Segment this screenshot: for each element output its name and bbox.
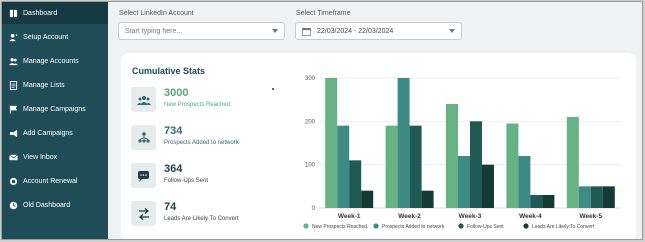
timeframe-label: Select Timeframe bbox=[296, 10, 351, 17]
account-select-placeholder: Start typing here... bbox=[125, 27, 183, 35]
x-tick-label: Week-4 bbox=[519, 213, 542, 220]
clock-icon bbox=[8, 200, 18, 210]
network-icon bbox=[131, 125, 156, 150]
sidebar-item-view-inbox[interactable]: View Inbox bbox=[2, 146, 108, 168]
sidebar-item-account-renewal[interactable]: Account Renewal bbox=[2, 170, 108, 192]
sidebar-item-label: Manage Lists bbox=[23, 81, 65, 89]
stat-leads-convert: 74 Leads Are Likely To Convert bbox=[131, 201, 276, 229]
x-tick-label: Week-5 bbox=[579, 213, 602, 220]
bar bbox=[385, 125, 398, 208]
bar bbox=[421, 190, 434, 208]
list-icon bbox=[8, 80, 18, 90]
stat-value: 734 bbox=[164, 125, 183, 137]
bar bbox=[530, 195, 543, 208]
sidebar-item-label: Dashboard bbox=[23, 9, 58, 17]
app-window: Dashboard Setup Account Manage Accounts … bbox=[1, 1, 643, 240]
legend-label: Prospects Added to network bbox=[382, 224, 445, 230]
bar bbox=[590, 186, 603, 208]
legend-swatch bbox=[523, 223, 529, 229]
bar-chart: 0 100 200 300 Week-1 Week-2 Week-3 Week-4 Week-5… bbox=[303, 76, 621, 230]
stat-value: 3000 bbox=[164, 87, 189, 99]
bar bbox=[349, 160, 362, 208]
stat-label: New Prospects Reached. bbox=[164, 102, 232, 108]
bar bbox=[518, 156, 531, 208]
y-tick-label: 200 bbox=[305, 119, 316, 125]
exchange-icon bbox=[131, 201, 156, 226]
calendar-icon bbox=[302, 27, 311, 36]
bar bbox=[397, 78, 410, 208]
bar bbox=[458, 156, 470, 208]
stat-label: Follow-Ups Sent bbox=[164, 178, 209, 184]
bar bbox=[566, 117, 579, 208]
sidebar: Dashboard Setup Account Manage Accounts … bbox=[2, 2, 108, 239]
x-tick-label: Week-3 bbox=[459, 213, 482, 220]
legend-label: New Prospects Reached. bbox=[312, 224, 368, 230]
card-title: Cumulative Stats bbox=[132, 66, 206, 76]
sidebar-item-label: Manage Campaigns bbox=[23, 105, 86, 113]
x-tick-label: Week-2 bbox=[398, 213, 421, 220]
sidebar-item-manage-accounts[interactable]: Manage Accounts bbox=[2, 50, 108, 72]
sidebar-item-label: View Inbox bbox=[23, 153, 58, 161]
legend-swatch bbox=[303, 223, 309, 229]
sidebar-item-old-dashboard[interactable]: Old Dashboard bbox=[2, 194, 108, 216]
renewal-icon bbox=[8, 176, 18, 186]
bar bbox=[506, 123, 519, 208]
stat-prospects-added: 734 Prospects Added to network bbox=[131, 125, 276, 153]
y-tick-label: 0 bbox=[312, 206, 316, 212]
sidebar-item-add-campaigns[interactable]: Add Campaigns bbox=[2, 122, 108, 144]
group-icon bbox=[131, 87, 156, 112]
chat-icon bbox=[131, 163, 156, 188]
legend-label: Follow-Ups Sent bbox=[467, 224, 504, 230]
legend-label: Leads Are Likely To Convert bbox=[532, 224, 595, 230]
linkedin-account-select[interactable]: Start typing here... bbox=[118, 22, 285, 40]
sidebar-item-label: Manage Accounts bbox=[23, 57, 79, 65]
stat-value: 364 bbox=[164, 163, 183, 175]
y-tick-label: 100 bbox=[305, 163, 316, 169]
bar bbox=[337, 125, 350, 208]
bar bbox=[482, 164, 494, 208]
x-tick-label: Week-1 bbox=[338, 213, 361, 220]
bar bbox=[361, 190, 374, 208]
bar bbox=[578, 186, 591, 208]
decorative-dot bbox=[272, 88, 274, 90]
timeframe-select[interactable]: 22/03/2024 - 22/03/2024 bbox=[295, 22, 462, 40]
users-icon bbox=[8, 56, 18, 66]
legend-swatch bbox=[458, 223, 464, 229]
bar bbox=[325, 78, 338, 208]
user-plus-icon bbox=[8, 32, 18, 42]
stat-value: 74 bbox=[164, 201, 177, 213]
flag-icon bbox=[8, 104, 18, 114]
bar bbox=[602, 186, 615, 208]
chevron-down-icon bbox=[272, 29, 278, 33]
legend-swatch bbox=[373, 223, 379, 229]
account-select-label: Select LinkedIn Account bbox=[119, 10, 194, 17]
stat-follow-ups: 364 Follow-Ups Sent bbox=[131, 163, 276, 191]
timeframe-value: 22/03/2024 - 22/03/2024 bbox=[317, 27, 394, 35]
bar bbox=[470, 121, 482, 208]
stat-label: Prospects Added to network bbox=[164, 140, 239, 146]
sidebar-item-label: Add Campaigns bbox=[23, 129, 73, 137]
sidebar-item-setup-account[interactable]: Setup Account bbox=[2, 26, 108, 48]
sidebar-item-label: Old Dashboard bbox=[23, 201, 71, 209]
dashboard-icon bbox=[8, 8, 18, 18]
sidebar-item-dashboard[interactable]: Dashboard bbox=[2, 2, 108, 24]
bar bbox=[542, 195, 555, 208]
sidebar-item-manage-campaigns[interactable]: Manage Campaigns bbox=[2, 98, 108, 120]
stat-label: Leads Are Likely To Convert bbox=[164, 216, 239, 222]
chevron-down-icon bbox=[449, 29, 455, 33]
cumulative-stats-card: Cumulative Stats 3000 New Prospects Reac… bbox=[121, 53, 636, 239]
stat-new-prospects: 3000 New Prospects Reached. bbox=[131, 87, 276, 115]
bar bbox=[446, 104, 458, 208]
megaphone-icon bbox=[8, 128, 18, 138]
sidebar-item-manage-lists[interactable]: Manage Lists bbox=[2, 74, 108, 96]
inbox-icon bbox=[8, 152, 18, 162]
bar bbox=[409, 125, 422, 208]
sidebar-item-label: Account Renewal bbox=[23, 177, 78, 185]
sidebar-item-label: Setup Account bbox=[23, 33, 69, 41]
y-tick-label: 300 bbox=[305, 76, 316, 82]
